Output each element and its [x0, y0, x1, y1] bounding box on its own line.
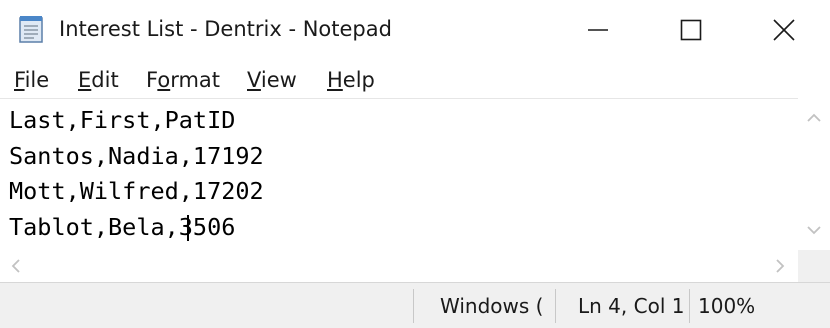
maximize-button[interactable] [645, 0, 737, 60]
menu-view-mnemonic: V [247, 68, 261, 92]
menu-bar: File Edit Format View Help [0, 60, 830, 98]
menu-format-mnemonic: o [157, 68, 171, 92]
menu-help[interactable]: Help [327, 65, 375, 95]
notepad-window: Interest List - Dentrix - Notepad File E… [0, 0, 830, 328]
chevron-right-icon [776, 259, 785, 273]
close-icon [773, 19, 795, 41]
status-bar: Windows ( Ln 4, Col 1 100% [0, 282, 830, 328]
menu-edit[interactable]: Edit [78, 65, 119, 95]
scroll-left-button[interactable] [0, 250, 32, 282]
scroll-up-button[interactable] [798, 102, 830, 134]
horizontal-scrollbar[interactable] [0, 250, 798, 282]
menu-format-label: rmat [170, 68, 221, 92]
status-divider [689, 289, 690, 323]
scroll-down-button[interactable] [798, 214, 830, 246]
menu-help-label: elp [342, 68, 375, 92]
chevron-up-icon [807, 113, 821, 122]
text-editor[interactable]: Last,First,PatID Santos,Nadia,17192 Mott… [0, 98, 798, 249]
menu-edit-label: dit [91, 68, 119, 92]
status-zoom: 100% [698, 294, 756, 318]
menu-format[interactable]: Format [146, 65, 220, 95]
minimize-button[interactable] [552, 0, 644, 60]
text-caret [187, 215, 189, 241]
menu-view-label: iew [260, 68, 297, 92]
menu-edit-mnemonic: E [78, 68, 92, 92]
menu-file-mnemonic: F [14, 68, 25, 92]
chevron-left-icon [11, 259, 20, 273]
editor-content[interactable]: Last,First,PatID Santos,Nadia,17192 Mott… [9, 103, 264, 245]
status-cursor-position: Ln 4, Col 1 [578, 294, 685, 318]
scrollbar-corner [798, 250, 830, 282]
minimize-icon [588, 29, 608, 31]
menu-file-label: ile [24, 68, 50, 92]
vertical-scrollbar[interactable] [798, 98, 830, 250]
chevron-down-icon [807, 226, 821, 235]
window-title: Interest List - Dentrix - Notepad [59, 17, 392, 41]
menu-format-prefix: F [146, 68, 158, 92]
status-divider [413, 289, 414, 323]
notepad-icon [19, 16, 43, 43]
scroll-right-button[interactable] [764, 250, 796, 282]
menu-help-mnemonic: H [327, 68, 343, 92]
close-button[interactable] [738, 0, 830, 60]
menu-view[interactable]: View [247, 65, 297, 95]
title-bar[interactable]: Interest List - Dentrix - Notepad [0, 0, 830, 60]
status-encoding: Windows ( [440, 294, 544, 318]
status-divider [555, 289, 556, 323]
maximize-icon [680, 19, 702, 41]
menu-file[interactable]: File [14, 65, 49, 95]
